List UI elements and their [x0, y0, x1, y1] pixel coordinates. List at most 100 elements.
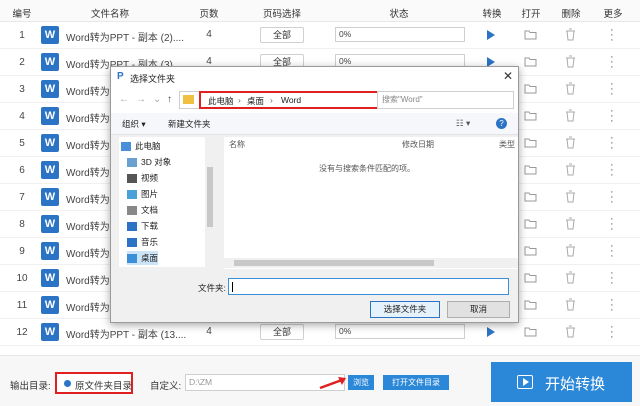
convert-play-icon[interactable]	[487, 327, 495, 337]
cancel-button[interactable]: 取消	[447, 301, 510, 318]
open-folder-icon[interactable]	[524, 326, 537, 337]
trash-icon[interactable]	[565, 325, 576, 338]
open-folder-icon[interactable]	[524, 83, 537, 94]
browse-button[interactable]: 浏览	[348, 375, 374, 390]
music-icon	[127, 238, 137, 248]
page-select-button[interactable]: 全部	[260, 27, 304, 43]
row-num: 10	[16, 273, 28, 284]
open-folder-icon[interactable]	[524, 137, 537, 148]
more-icon[interactable]: · · ·	[610, 133, 614, 154]
output-label: 输出目录:	[10, 381, 51, 392]
trash-icon[interactable]	[565, 163, 576, 176]
crumb-desktop[interactable]: 桌面	[247, 95, 264, 107]
play-icon	[517, 375, 533, 389]
trash-icon[interactable]	[565, 271, 576, 284]
open-folder-icon[interactable]	[524, 191, 537, 202]
word-icon: W	[41, 242, 59, 260]
word-icon: W	[41, 53, 59, 71]
forward-icon[interactable]: →	[136, 94, 146, 105]
table-row: 13WWord转为PPT - 副本 (14....4全部0%···	[0, 346, 640, 351]
more-icon[interactable]: · · ·	[610, 160, 614, 181]
dialog-toolbar: 组织 ▾ 新建文件夹 ☷ ▾ ?	[111, 113, 518, 135]
dialog-title: 选择文件夹	[130, 74, 176, 84]
more-icon[interactable]: · · ·	[610, 52, 614, 73]
tree-scrollbar[interactable]	[205, 137, 215, 267]
open-folder-icon[interactable]	[524, 272, 537, 283]
trash-icon[interactable]	[565, 28, 576, 41]
desktop-icon	[127, 254, 137, 264]
col-pages: 页数	[199, 9, 219, 20]
trash-icon[interactable]	[565, 55, 576, 68]
select-folder-button[interactable]: 选择文件夹	[370, 301, 440, 318]
open-folder-icon[interactable]	[524, 110, 537, 121]
search-input[interactable]: 搜索"Word"	[377, 91, 514, 109]
trash-icon[interactable]	[565, 217, 576, 230]
tree-item[interactable]: 3D 对象	[127, 155, 171, 169]
view-icon[interactable]: ☷ ▾	[456, 118, 470, 129]
open-folder-icon[interactable]	[524, 164, 537, 175]
word-icon: W	[41, 296, 59, 314]
file-list-pane: 名称 修改日期 类型 没有与搜索条件匹配的项。	[224, 137, 518, 269]
trash-icon[interactable]	[565, 298, 576, 311]
open-folder-icon[interactable]	[524, 29, 537, 40]
col-convert: 转换	[482, 9, 502, 20]
more-icon[interactable]: · · ·	[610, 322, 614, 343]
custom-label: 自定义:	[150, 381, 182, 392]
trash-icon[interactable]	[565, 244, 576, 257]
tree-item-label: 3D 对象	[141, 157, 172, 167]
open-folder-icon[interactable]	[524, 56, 537, 67]
trash-icon[interactable]	[565, 136, 576, 149]
col-date[interactable]: 修改日期	[402, 139, 434, 150]
more-icon[interactable]: · · ·	[610, 241, 614, 262]
more-icon[interactable]: · · ·	[610, 187, 614, 208]
tree-item-label: 下载	[141, 221, 159, 231]
table-header: 编号 文件名称 页数 页码选择 状态 转换 打开 删除 更多	[0, 0, 640, 22]
col-type[interactable]: 类型	[499, 139, 515, 150]
open-folder-icon[interactable]	[524, 299, 537, 310]
tree-item[interactable]: 下载	[127, 219, 158, 233]
more-icon[interactable]: · · ·	[610, 268, 614, 289]
crumb-word[interactable]: Word	[281, 95, 301, 105]
more-icon[interactable]: · · ·	[610, 25, 614, 46]
tree-item[interactable]: 文档	[127, 203, 158, 217]
start-convert-button[interactable]: 开始转换	[491, 362, 632, 402]
new-folder-button[interactable]: 新建文件夹	[168, 118, 211, 130]
trash-icon[interactable]	[565, 82, 576, 95]
trash-icon[interactable]	[565, 109, 576, 122]
crumb-this-pc[interactable]: 此电脑	[208, 95, 234, 107]
organize-button[interactable]: 组织 ▾	[122, 118, 146, 130]
convert-play-icon[interactable]	[487, 30, 495, 40]
trash-icon[interactable]	[565, 190, 576, 203]
tree-item-label: 此电脑	[135, 141, 161, 151]
col-name[interactable]: 名称	[229, 139, 245, 150]
row-num: 8	[19, 219, 25, 230]
more-icon[interactable]: · · ·	[610, 295, 614, 316]
radio-original-folder[interactable]: 原文件夹目录	[55, 372, 133, 394]
more-icon[interactable]: · · ·	[610, 106, 614, 127]
dropdown-icon[interactable]: ⌄	[153, 94, 161, 105]
open-folder-icon[interactable]	[524, 245, 537, 256]
radio-label: 原文件夹目录	[75, 381, 133, 392]
back-icon[interactable]: ←	[119, 94, 129, 105]
red-arrow-icon	[319, 377, 346, 390]
tree-item[interactable]: 音乐	[127, 235, 158, 249]
word-icon: W	[41, 188, 59, 206]
row-num: 7	[19, 192, 25, 203]
nav-bar: ← → ⌄ ↑ ↻ 此电脑 › 桌面 › Word 搜索"Word"	[111, 87, 518, 113]
folder-name-input[interactable]	[228, 278, 509, 295]
open-folder-button[interactable]: 打开文件目录	[383, 375, 449, 390]
row-num: 5	[19, 138, 25, 149]
list-scrollbar[interactable]	[224, 258, 518, 268]
tree-item[interactable]: 此电脑	[121, 139, 161, 153]
more-icon[interactable]: · · ·	[610, 79, 614, 100]
up-icon[interactable]: ↑	[167, 94, 172, 105]
more-icon[interactable]: · · ·	[610, 214, 614, 235]
close-icon[interactable]: ✕	[503, 69, 513, 83]
help-icon[interactable]: ?	[496, 118, 507, 129]
row-num: 6	[19, 165, 25, 176]
tree-item[interactable]: 桌面	[127, 251, 159, 265]
page-select-button[interactable]: 全部	[260, 324, 304, 340]
open-folder-icon[interactable]	[524, 218, 537, 229]
tree-item[interactable]: 视频	[127, 171, 158, 185]
tree-item[interactable]: 图片	[127, 187, 158, 201]
